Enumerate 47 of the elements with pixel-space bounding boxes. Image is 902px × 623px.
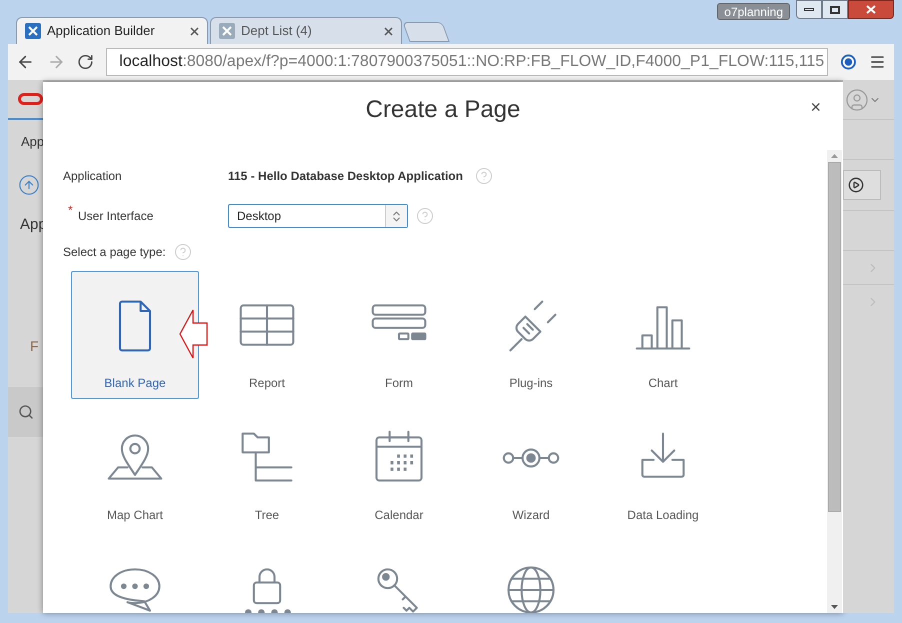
maximize-button[interactable] [822, 0, 848, 19]
browser-tab[interactable]: Application Builder [16, 17, 208, 44]
page-type-label: Tree [254, 507, 280, 524]
tab-title: Application Builder [47, 22, 156, 40]
app-logo-icon [25, 23, 41, 39]
run-button[interactable] [843, 170, 881, 200]
scrollbar-thumb[interactable] [828, 162, 841, 512]
page-type-card[interactable]: Blank Page [71, 271, 199, 399]
page-type-label: Map Chart [106, 507, 164, 524]
field-value: 115 - Hello Database Desktop Application [228, 168, 463, 185]
reload-icon[interactable] [77, 53, 94, 71]
field-label: User Interface [78, 208, 154, 225]
search-icon[interactable] [18, 404, 34, 420]
close-icon[interactable] [384, 26, 393, 36]
play-icon [848, 177, 864, 193]
minimize-button[interactable] [796, 0, 822, 19]
field-label: Application [63, 168, 122, 185]
browser-tab[interactable]: Dept List (4) [210, 17, 402, 44]
required-marker: * [68, 202, 74, 219]
address-field[interactable]: localhost:8080/apex/f?p=4000:1:7807900375051::NO:RP:FB_FLOW_ID,F4000_P1_FLOW:115,115 [106, 48, 828, 76]
close-window-button[interactable] [848, 0, 894, 19]
page-type-label: Plug-ins [509, 375, 553, 392]
page-type-label: Data Loading [627, 507, 699, 524]
page-type-label: Select a page type: [63, 244, 166, 261]
user-interface-select[interactable]: Desktop [228, 204, 408, 228]
close-icon [866, 5, 876, 14]
page-type-label: Form [385, 375, 413, 392]
page-type-label: Calendar [374, 507, 424, 524]
tab-label: App [21, 133, 43, 151]
new-tab-button[interactable] [402, 22, 450, 42]
app-logo-icon [219, 23, 235, 39]
url-text: localhost:8080/apex/f?p=4000:1:7807900375051::NO:RP:FB_FLOW_ID,F4000_P1_FLOW:115,115 [119, 52, 824, 72]
scrollbar[interactable] [827, 150, 842, 613]
extension-icon[interactable] [840, 53, 858, 71]
arrow-annotation-icon [179, 309, 209, 359]
page-type-label: Blank Page [104, 375, 166, 392]
page-type-label: Report [248, 375, 286, 392]
region-text: F [30, 337, 40, 356]
page-type-label: Chart [648, 375, 678, 392]
user-icon[interactable] [845, 88, 869, 112]
up-icon[interactable] [18, 174, 40, 196]
close-button[interactable]: × [810, 98, 821, 116]
tab-title: Dept List (4) [241, 22, 313, 40]
page-type-label: Wizard [512, 507, 550, 524]
close-icon[interactable] [190, 26, 199, 36]
logo-icon [18, 93, 43, 105]
dialog-title: Create a Page [366, 95, 520, 125]
